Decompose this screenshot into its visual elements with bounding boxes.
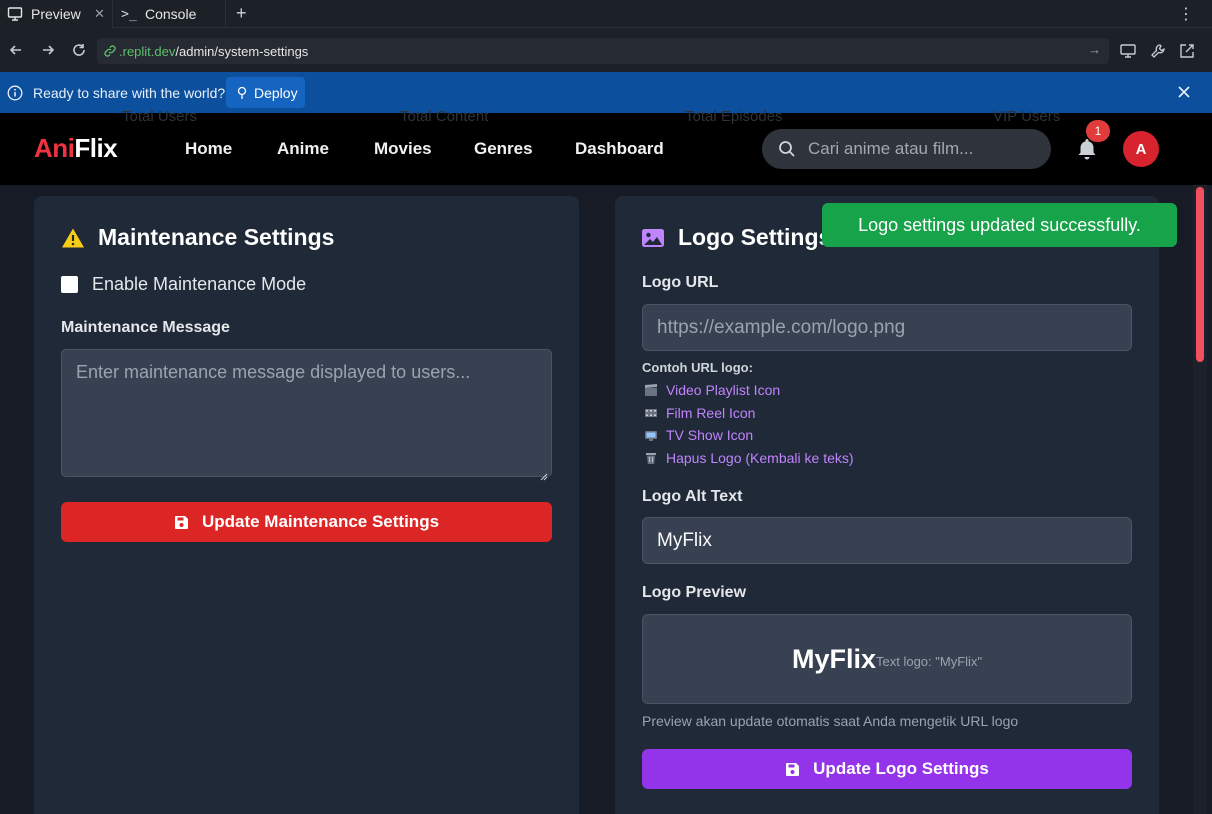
nav-anime[interactable]: Anime	[277, 139, 329, 159]
link-icon	[103, 44, 117, 58]
nav-movies[interactable]: Movies	[374, 139, 432, 159]
logo-url-label: Logo URL	[642, 274, 719, 291]
more-vertical-icon[interactable]: ⋮	[1178, 4, 1194, 24]
example-link[interactable]: TV Show Icon	[642, 424, 854, 447]
close-tab-icon[interactable]: ✕	[94, 6, 105, 22]
logo-part-flix: Flix	[74, 133, 118, 163]
devices-icon[interactable]	[1119, 42, 1137, 60]
maintenance-title: Maintenance Settings	[61, 224, 334, 251]
avatar[interactable]: A	[1123, 131, 1159, 167]
maintenance-checkbox[interactable]	[61, 276, 78, 293]
tab-console[interactable]: >_ Console	[112, 0, 226, 28]
maintenance-message-field[interactable]: Enter maintenance message displayed to u…	[61, 349, 552, 481]
tab-preview-label: Preview	[31, 6, 81, 22]
save-icon	[785, 762, 800, 777]
search-placeholder: Cari anime atau film...	[808, 139, 974, 158]
image-icon	[641, 226, 665, 250]
back-icon[interactable]	[6, 40, 26, 60]
update-maintenance-label: Update Maintenance Settings	[201, 512, 440, 531]
address-bar: .replit.dev /admin/system-settings →	[0, 28, 1212, 72]
url-domain: .replit.dev	[119, 43, 176, 59]
logo-settings-title: Logo Settings	[641, 224, 831, 251]
close-icon[interactable]	[1176, 84, 1192, 100]
maintenance-checkbox-label: Enable Maintenance Mode	[92, 274, 307, 294]
warning-icon	[61, 226, 85, 250]
background-stats: Total Users Total Content Total Episodes…	[0, 108, 1212, 128]
deploy-message: Ready to share with the world?	[33, 84, 226, 101]
reload-icon[interactable]	[69, 40, 89, 60]
deploy-banner: Ready to share with the world? Deploy	[0, 72, 1212, 113]
new-tab-icon[interactable]: +	[236, 3, 247, 24]
update-maintenance-button[interactable]: Update Maintenance Settings	[61, 502, 552, 542]
logo-alt-label: Logo Alt Text	[642, 488, 743, 505]
example-link-label: TV Show Icon	[666, 427, 754, 444]
maintenance-message-placeholder: Enter maintenance message displayed to u…	[76, 362, 471, 382]
example-link-label: Video Playlist Icon	[666, 382, 781, 399]
search-icon	[778, 140, 796, 158]
film-icon	[644, 406, 658, 420]
tab-console-label: Console	[145, 6, 197, 22]
logo-url-placeholder: https://example.com/logo.png	[657, 316, 906, 338]
example-link[interactable]: Video Playlist Icon	[642, 379, 854, 402]
maintenance-title-text: Maintenance Settings	[98, 224, 335, 250]
update-logo-label: Update Logo Settings	[813, 759, 989, 778]
logo-part-ani: Ani	[34, 133, 75, 163]
tv-icon	[644, 428, 658, 442]
stat-label: Total Episodes	[685, 108, 783, 125]
update-logo-button[interactable]: Update Logo Settings	[642, 749, 1132, 789]
arrow-right-icon[interactable]: →	[1088, 42, 1101, 57]
nav-genres[interactable]: Genres	[474, 139, 533, 159]
logo-preview-text: MyFlix	[791, 643, 876, 674]
stat-label: Total Content	[400, 108, 489, 125]
forward-icon[interactable]	[38, 40, 58, 60]
deploy-button-label: Deploy	[254, 84, 298, 101]
deploy-icon	[236, 86, 248, 100]
info-icon	[7, 85, 23, 101]
logo-alt-value: MyFlix	[657, 529, 712, 551]
wrench-icon[interactable]	[1149, 42, 1167, 60]
logo-settings-title-text: Logo Settings	[678, 224, 832, 250]
notification-badge: 1	[1086, 120, 1110, 142]
scrollbar-thumb[interactable]	[1196, 187, 1204, 362]
maintenance-message-label: Maintenance Message	[61, 319, 230, 336]
logo-settings-card: Logo Settings Logo URL https://example.c…	[615, 196, 1159, 814]
logo-preview-note: Text logo: "MyFlix"	[876, 653, 983, 669]
save-icon	[174, 515, 189, 530]
example-link[interactable]: Film Reel Icon	[642, 402, 854, 425]
maintenance-settings-card: Maintenance Settings Enable Maintenance …	[34, 196, 579, 814]
logo-preview-label: Logo Preview	[642, 584, 747, 601]
toast-message: Logo settings updated successfully.	[858, 214, 1141, 235]
logo-preview-box: MyFlix Text logo: "MyFlix"	[642, 614, 1132, 704]
success-toast[interactable]: Logo settings updated successfully.	[822, 203, 1177, 247]
resize-handle-icon[interactable]	[540, 465, 548, 481]
stat-label: Total Users	[122, 108, 198, 125]
url-field[interactable]: .replit.dev /admin/system-settings →	[97, 38, 1109, 64]
tab-preview[interactable]: Preview ✕	[0, 0, 112, 28]
url-path: /admin/system-settings	[175, 43, 309, 59]
logo-url-input[interactable]: https://example.com/logo.png	[642, 304, 1132, 351]
terminal-icon: >_	[121, 6, 137, 22]
search-input[interactable]: Cari anime atau film...	[762, 129, 1051, 169]
examples-title: Contoh URL logo:	[642, 360, 753, 375]
example-link[interactable]: Hapus Logo (Kembali ke teks)	[642, 447, 854, 470]
app-logo[interactable]: AniFlix	[34, 133, 118, 164]
trash-icon	[644, 451, 658, 465]
logo-alt-input[interactable]: MyFlix	[642, 517, 1132, 564]
external-link-icon[interactable]	[1178, 42, 1196, 60]
logo-url-examples: Contoh URL logo: Video Playlist Icon Fil…	[642, 360, 854, 469]
browser-tab-bar: Preview ✕ >_ Console + ⋮	[0, 0, 1212, 28]
app-navbar: Total Users Total Content Total Episodes…	[0, 108, 1212, 185]
stat-label: VIP Users	[993, 108, 1061, 125]
deploy-button[interactable]: Deploy	[226, 77, 305, 108]
nav-dashboard[interactable]: Dashboard	[575, 139, 664, 159]
maintenance-mode-toggle[interactable]: Enable Maintenance Mode	[61, 274, 306, 295]
clapperboard-icon	[644, 383, 658, 397]
example-link-label: Hapus Logo (Kembali ke teks)	[666, 449, 854, 466]
monitor-icon	[7, 6, 23, 22]
logo-preview-hint: Preview akan update otomatis saat Anda m…	[642, 713, 1019, 729]
example-link-label: Film Reel Icon	[666, 404, 756, 421]
nav-home[interactable]: Home	[185, 139, 232, 159]
